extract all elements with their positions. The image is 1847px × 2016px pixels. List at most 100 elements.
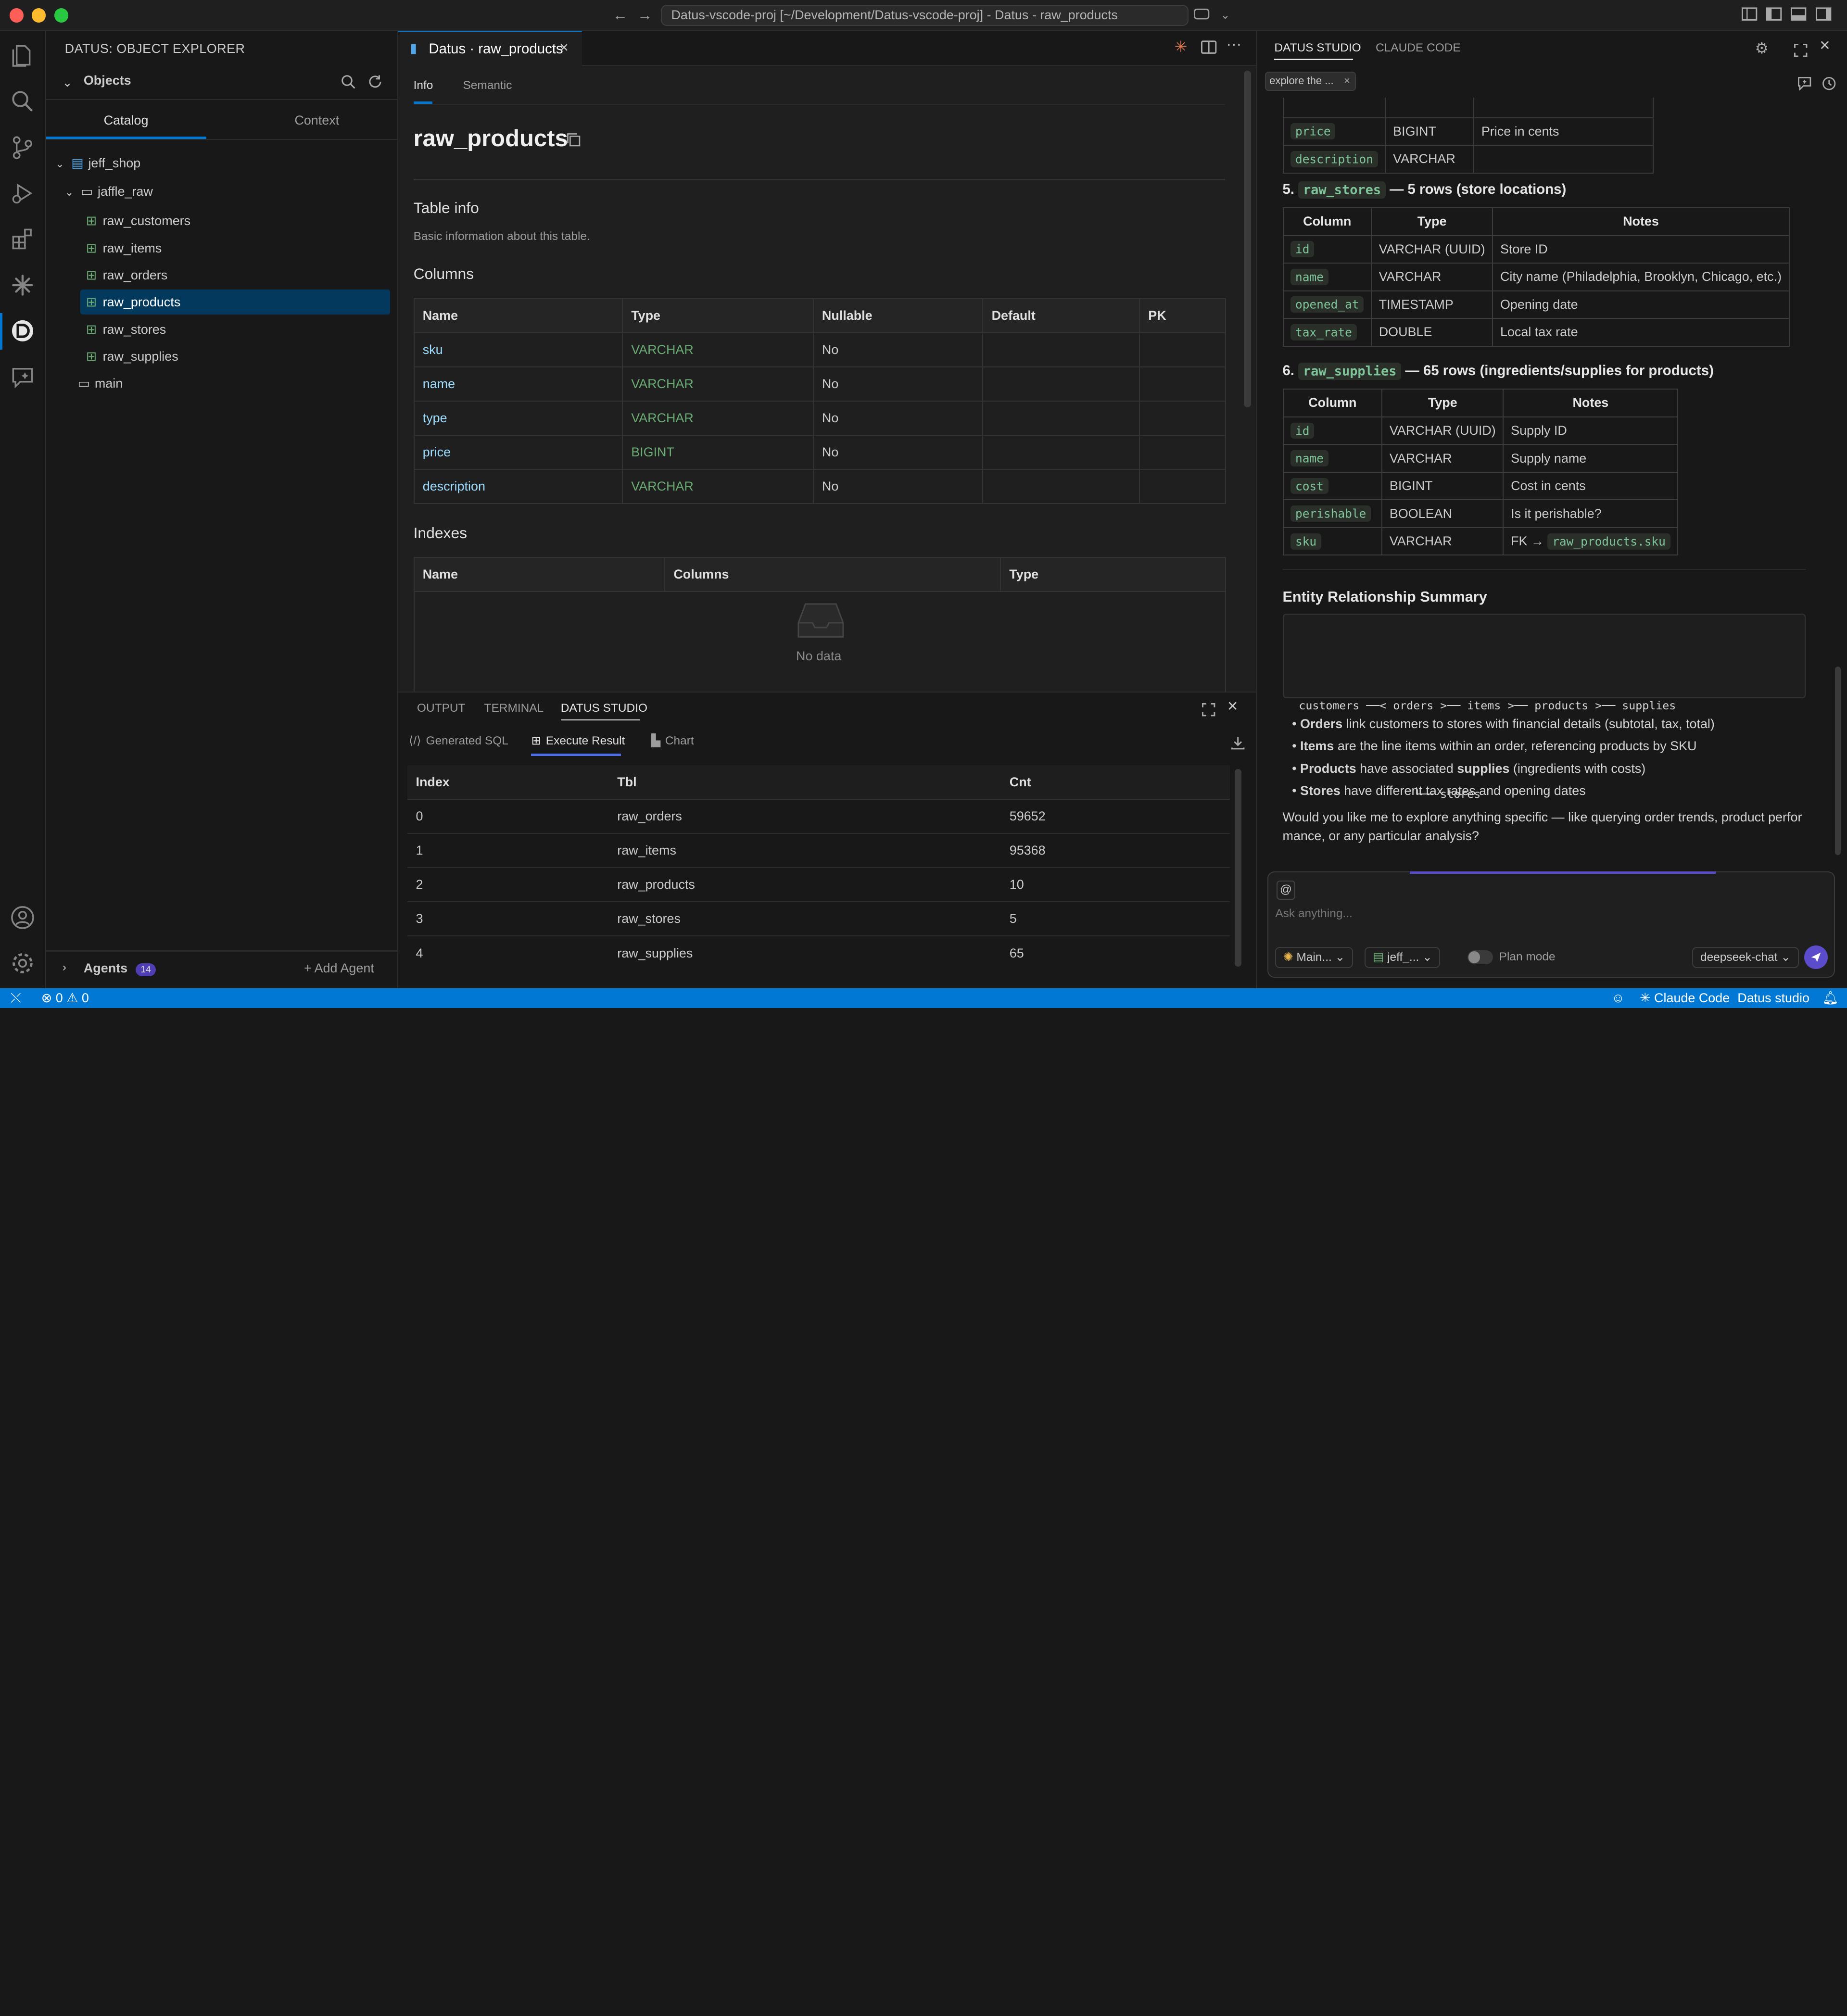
- datus-studio-status[interactable]: Datus studio: [1737, 988, 1809, 1008]
- new-chat-icon[interactable]: [1797, 74, 1811, 95]
- zoom-window-button[interactable]: [54, 8, 69, 23]
- tree-table-raw-orders[interactable]: ⊞ raw_orders: [86, 263, 167, 289]
- mention-icon[interactable]: @: [1276, 881, 1295, 900]
- chat-scrollbar[interactable]: [1835, 667, 1841, 855]
- maximize-icon[interactable]: [1794, 41, 1808, 63]
- forward-arrow-icon[interactable]: →: [637, 6, 653, 25]
- subtab-semantic[interactable]: Semantic: [463, 79, 512, 92]
- subtab-info[interactable]: Info: [414, 79, 433, 92]
- folder-icon: ▭: [80, 184, 93, 199]
- panel-tab-terminal[interactable]: TERMINAL: [484, 702, 544, 715]
- split-editor-icon[interactable]: [1201, 39, 1217, 60]
- chat-input[interactable]: [1275, 904, 1817, 923]
- toggle-primary-sidebar-icon[interactable]: [1766, 6, 1782, 26]
- extensions-icon[interactable]: [10, 226, 36, 252]
- chevron-down-icon[interactable]: ⌄: [63, 76, 73, 90]
- tree-table-raw-customers[interactable]: ⊞ raw_customers: [86, 208, 190, 234]
- col-header-nullable: Nullable: [812, 298, 984, 333]
- editor-scrollbar[interactable]: [1244, 70, 1251, 408]
- tree-table-raw-stores[interactable]: ⊞ raw_stores: [86, 317, 166, 343]
- copilot-icon[interactable]: [1193, 6, 1210, 26]
- session-chip[interactable]: explore the ... ×: [1265, 72, 1356, 91]
- table-row[interactable]: 2 raw_products 10: [407, 868, 1230, 903]
- panel-tab-datus-studio[interactable]: DATUS STUDIO: [561, 702, 647, 715]
- maximize-panel-icon[interactable]: [1202, 701, 1215, 722]
- remote-icon[interactable]: ⤬: [11, 988, 21, 1008]
- close-icon[interactable]: ×: [1820, 35, 1830, 55]
- download-icon[interactable]: [1231, 733, 1245, 755]
- subtab-label: Generated SQL: [426, 734, 508, 748]
- chevron-right-icon[interactable]: ›: [63, 961, 66, 974]
- subtab-underline: [531, 753, 621, 756]
- table-grid-icon: ⊞: [86, 214, 97, 228]
- copy-icon[interactable]: [567, 131, 581, 152]
- account-icon[interactable]: [10, 905, 36, 931]
- close-icon[interactable]: ×: [559, 38, 569, 56]
- toggle-panel-icon[interactable]: [1790, 6, 1807, 26]
- database-select[interactable]: ▤ jeff_... ⌄: [1365, 946, 1441, 968]
- tree-table-raw-products[interactable]: ⊞ raw_products: [86, 290, 180, 315]
- command-center-search[interactable]: Datus-vscode-proj [~/Development/Datus-v…: [660, 4, 1189, 26]
- subtab-chart[interactable]: ▙ Chart: [651, 733, 694, 748]
- chat-tab-claude-code[interactable]: CLAUDE CODE: [1376, 41, 1461, 55]
- table-title: raw_products: [413, 125, 568, 151]
- minimize-window-button[interactable]: [32, 8, 46, 23]
- tab-catalog[interactable]: Catalog: [46, 104, 206, 137]
- tree-schema-jaffle-raw[interactable]: ⌄ ▭ jaffle_raw: [65, 179, 153, 205]
- back-arrow-icon[interactable]: ←: [612, 6, 628, 25]
- result-scrollbar[interactable]: [1234, 769, 1242, 967]
- cell-type: BIGINT: [1385, 117, 1475, 146]
- source-control-icon[interactable]: [10, 134, 36, 160]
- history-icon[interactable]: [1822, 74, 1836, 95]
- table-row[interactable]: 3 raw_stores 5: [407, 902, 1230, 937]
- chat-icon[interactable]: [10, 364, 36, 390]
- tab-context[interactable]: Context: [237, 104, 397, 137]
- subtab-generated-sql[interactable]: ⟨/⟩ Generated SQL: [409, 733, 508, 748]
- cell-pk: [1139, 366, 1227, 402]
- problems-indicator[interactable]: ⊗ 0 ⚠ 0: [41, 988, 89, 1008]
- close-panel-icon[interactable]: ×: [1227, 696, 1238, 716]
- editor-tab-raw-products[interactable]: ▮ Datus · raw_products ×: [398, 30, 582, 67]
- objects-section-header[interactable]: Objects: [84, 73, 131, 88]
- plan-mode-toggle[interactable]: [1467, 950, 1493, 965]
- tree-table-raw-supplies[interactable]: ⊞ raw_supplies: [86, 344, 178, 370]
- search-icon[interactable]: [341, 73, 356, 94]
- tree-database-jeff-shop[interactable]: ⌄ ▤ jeff_shop: [55, 151, 140, 176]
- add-agent-button[interactable]: + Add Agent: [304, 961, 374, 976]
- chat-input-box[interactable]: @ ✺ Main... ⌄ ▤ jeff_... ⌄ Plan mode dee…: [1267, 871, 1835, 978]
- table-row[interactable]: 4 raw_supplies 65: [407, 936, 1229, 970]
- copilot-status-icon[interactable]: ☺: [1611, 988, 1625, 1008]
- panel-tab-output[interactable]: OUTPUT: [417, 702, 466, 715]
- more-actions-icon[interactable]: ⋯: [1226, 35, 1241, 53]
- agent-select[interactable]: ✺ Main... ⌄: [1275, 946, 1353, 968]
- table-row[interactable]: 0 raw_orders 59652: [407, 799, 1230, 834]
- close-window-button[interactable]: [9, 8, 24, 23]
- agents-section[interactable]: Agents 14: [84, 961, 156, 977]
- refresh-icon[interactable]: [367, 73, 383, 94]
- bell-icon[interactable]: 🔔︎: [1822, 988, 1839, 1008]
- cell-type: BIGINT: [622, 434, 814, 470]
- columns-table: Name Type Nullable Default PK sku VARCHAR…: [413, 298, 1227, 504]
- settings-gear-icon[interactable]: ⚙: [1755, 39, 1769, 57]
- close-icon[interactable]: ×: [1344, 73, 1350, 89]
- datus-icon[interactable]: [10, 318, 36, 344]
- layout-toggle-icon[interactable]: [1741, 6, 1758, 26]
- search-icon[interactable]: [10, 88, 36, 114]
- object-explorer-sidebar: DATUS: OBJECT EXPLORER ⌄ Objects Catalog…: [46, 30, 398, 988]
- settings-gear-icon[interactable]: [10, 950, 36, 976]
- run-debug-icon[interactable]: [10, 180, 36, 206]
- explorer-icon[interactable]: [10, 42, 36, 68]
- claude-code-status[interactable]: ✳ Claude Code: [1640, 988, 1730, 1008]
- chat-tab-datus-studio[interactable]: DATUS STUDIO: [1274, 41, 1361, 55]
- claude-spark-icon[interactable]: ✳: [1175, 38, 1188, 56]
- chevron-down-icon[interactable]: ⌄: [1220, 6, 1230, 25]
- model-select[interactable]: deepseek-chat ⌄: [1692, 946, 1799, 968]
- send-button[interactable]: [1804, 945, 1828, 970]
- table-row[interactable]: 1 raw_items 95368: [407, 833, 1230, 869]
- claude-icon[interactable]: [10, 272, 36, 298]
- toggle-secondary-sidebar-icon[interactable]: [1815, 6, 1832, 26]
- tree-table-raw-items[interactable]: ⊞ raw_items: [86, 236, 162, 262]
- agents-count-badge: 14: [136, 963, 156, 977]
- subtab-execute-result[interactable]: ⊞ Execute Result: [531, 733, 625, 748]
- tree-schema-main[interactable]: ▭ main: [78, 371, 123, 397]
